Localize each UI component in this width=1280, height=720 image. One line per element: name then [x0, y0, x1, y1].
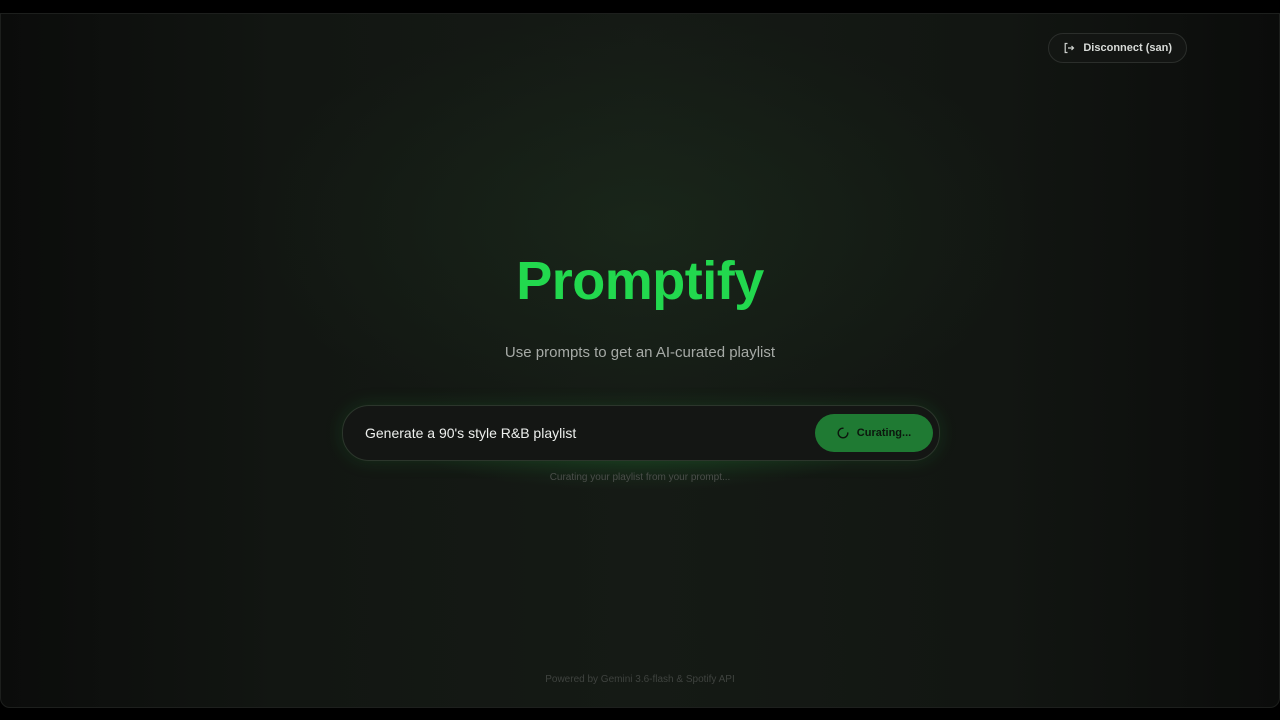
app-window: Disconnect (san) Promptify Use prompts t…: [0, 13, 1280, 708]
status-text: Curating your playlist from your prompt.…: [549, 472, 731, 483]
prompt-input[interactable]: [365, 418, 815, 448]
curate-button-label: Curating...: [856, 427, 912, 439]
logout-icon: [1063, 42, 1075, 54]
footer-credit: Powered by Gemini 3.6-flash & Spotify AP…: [545, 674, 735, 685]
spinner-icon: [837, 427, 849, 439]
disconnect-button[interactable]: Disconnect (san): [1048, 33, 1187, 63]
curate-button[interactable]: Curating...: [815, 414, 933, 452]
app-subtitle: Use prompts to get an AI-curated playlis…: [504, 344, 776, 361]
app-title: Promptify: [516, 251, 764, 311]
prompt-bar: Curating...: [342, 405, 940, 461]
disconnect-label: Disconnect (san): [1083, 42, 1172, 54]
